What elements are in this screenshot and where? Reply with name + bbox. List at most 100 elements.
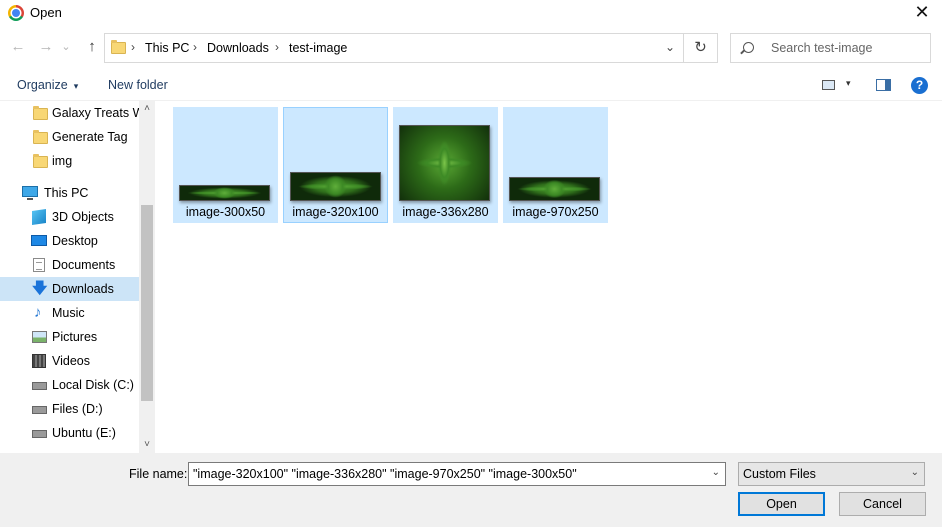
file-name-label: image-320x100 — [292, 205, 379, 219]
sidebar-item-files-d[interactable]: Files (D:) — [0, 397, 139, 421]
sidebar-item-ubuntu-e[interactable]: Ubuntu (E:) — [0, 421, 139, 445]
file-name-label: image-336x280 — [402, 205, 489, 219]
pictures-icon — [32, 331, 47, 343]
breadcrumb-downloads[interactable]: Downloads — [207, 41, 269, 55]
film-icon — [32, 354, 46, 368]
file-name-field[interactable]: "image-320x100" "image-336x280" "image-9… — [188, 462, 726, 486]
file-list[interactable]: image-300x50 image-320x100 image-336x280… — [155, 101, 942, 453]
sidebar-item-music[interactable]: ♪ Music — [0, 301, 139, 325]
image-thumbnail — [290, 172, 381, 201]
close-button[interactable]: ✕ — [908, 2, 936, 24]
breadcrumb-separator: › — [131, 40, 135, 54]
folder-icon — [33, 130, 48, 144]
cube-icon — [32, 209, 46, 225]
sidebar-item-label: Files (D:) — [52, 402, 103, 416]
sidebar-item-documents[interactable]: Documents — [0, 253, 139, 277]
desktop-icon — [31, 235, 47, 246]
image-thumbnail — [399, 125, 490, 201]
breadcrumb-this-pc[interactable]: This PC — [145, 41, 189, 55]
recent-locations-button[interactable]: ⌄ — [60, 38, 72, 58]
search-box[interactable]: Search test-image — [730, 33, 931, 63]
scrollbar-thumb[interactable] — [141, 205, 153, 401]
breadcrumb-separator[interactable]: › — [275, 40, 279, 54]
chevron-down-icon[interactable]: ▾ — [846, 78, 851, 89]
sidebar-item-this-pc[interactable]: This PC — [0, 181, 139, 205]
folder-icon — [33, 154, 48, 168]
drive-icon — [32, 430, 47, 438]
sidebar-item-label: Videos — [52, 354, 90, 368]
sidebar-item-label: Local Disk (C:) — [52, 378, 134, 392]
sidebar-item-local-disk-c[interactable]: Local Disk (C:) — [0, 373, 139, 397]
search-input[interactable]: Search test-image — [771, 41, 872, 55]
sidebar-item-desktop[interactable]: Desktop — [0, 229, 139, 253]
organize-button[interactable]: Organize ▾ — [17, 78, 78, 92]
search-icon — [743, 42, 754, 53]
chevron-down-icon[interactable]: ⌄ — [665, 40, 675, 54]
drive-icon — [32, 382, 47, 390]
sidebar-item-label: 3D Objects — [52, 210, 114, 224]
window-title: Open — [30, 5, 62, 20]
sidebar-scrollbar[interactable]: ˄ ˅ — [139, 101, 155, 453]
new-folder-button[interactable]: New folder — [108, 78, 168, 92]
sidebar-item-label: Generate Tag — [52, 130, 128, 144]
sidebar-item-label: Music — [52, 306, 85, 320]
file-item-image-336x280[interactable]: image-336x280 — [393, 107, 498, 223]
open-button[interactable]: Open — [738, 492, 825, 516]
chevron-down-icon[interactable]: ⌄ — [712, 467, 720, 478]
file-name-label: image-300x50 — [185, 205, 266, 219]
sidebar-item-generate-tag[interactable]: Generate Tag — [0, 125, 139, 149]
file-item-image-300x50[interactable]: image-300x50 — [173, 107, 278, 223]
sidebar-item-pictures[interactable]: Pictures — [0, 325, 139, 349]
sidebar-item-label: This PC — [44, 186, 89, 200]
up-button[interactable]: ↑ — [82, 38, 102, 58]
file-type-select[interactable]: Custom Files ⌄ — [738, 462, 925, 486]
folder-icon — [111, 40, 126, 54]
download-arrow-icon: 🡇 — [32, 280, 48, 297]
sidebar-item-label: Documents — [52, 258, 116, 272]
image-thumbnail — [179, 185, 270, 201]
sidebar-item-3d-objects[interactable]: 3D Objects — [0, 205, 139, 229]
chevron-down-icon: ⌄ — [910, 467, 919, 478]
file-name-label: File name: — [129, 467, 188, 481]
sidebar-item-label: Ubuntu (E:) — [52, 426, 116, 440]
navigation-pane: Galaxy Treats Web Generate Tag img This … — [0, 101, 155, 453]
sidebar-item-label: img — [52, 154, 73, 168]
sidebar-item-videos[interactable]: Videos — [0, 349, 139, 373]
music-note-icon: ♪ — [34, 304, 42, 321]
computer-icon — [22, 186, 38, 200]
view-options-icon[interactable] — [822, 80, 835, 90]
help-icon[interactable]: ? — [911, 77, 928, 94]
file-item-image-970x250[interactable]: image-970x250 — [503, 107, 608, 223]
sidebar-item-img[interactable]: img — [0, 149, 139, 173]
address-bar[interactable]: › This PC › Downloads › test-image ⌄ — [104, 33, 684, 63]
refresh-button[interactable]: ↻ — [684, 33, 718, 63]
breadcrumb-separator[interactable]: › — [193, 40, 197, 54]
command-bar: Organize ▾ New folder ▾ ? — [0, 70, 942, 100]
chevron-down-icon: ▾ — [73, 81, 79, 91]
folder-icon — [33, 106, 48, 120]
image-thumbnail — [509, 177, 600, 201]
organize-label: Organize — [17, 78, 68, 92]
forward-button[interactable]: → — [36, 38, 56, 58]
preview-pane-icon[interactable] — [876, 79, 891, 91]
scroll-up-button[interactable]: ˄ — [139, 101, 155, 117]
file-item-image-320x100[interactable]: image-320x100 — [283, 107, 388, 223]
file-name-value[interactable]: "image-320x100" "image-336x280" "image-9… — [193, 467, 577, 481]
file-name-label: image-970x250 — [512, 205, 599, 219]
sidebar-item-downloads[interactable]: 🡇 Downloads — [0, 277, 139, 301]
sidebar-item-label: Galaxy Treats Web — [52, 106, 139, 120]
drive-icon — [32, 406, 47, 414]
sidebar-item-label: Desktop — [52, 234, 98, 248]
back-button[interactable]: ← — [8, 38, 28, 58]
dialog-footer: File name: "image-320x100" "image-336x28… — [0, 453, 942, 527]
breadcrumb-test-image[interactable]: test-image — [289, 41, 347, 55]
sidebar-item-label: Downloads — [52, 282, 114, 296]
sidebar-item-galaxy-treats[interactable]: Galaxy Treats Web — [0, 101, 139, 125]
title-bar: Open ✕ — [0, 0, 942, 26]
navigation-bar: ← → ⌄ ↑ › This PC › Downloads › test-ima… — [0, 33, 942, 63]
sidebar-item-label: Pictures — [52, 330, 98, 344]
file-type-value: Custom Files — [743, 467, 816, 481]
document-icon — [33, 258, 45, 272]
scroll-down-button[interactable]: ˅ — [139, 437, 155, 453]
cancel-button[interactable]: Cancel — [839, 492, 926, 516]
